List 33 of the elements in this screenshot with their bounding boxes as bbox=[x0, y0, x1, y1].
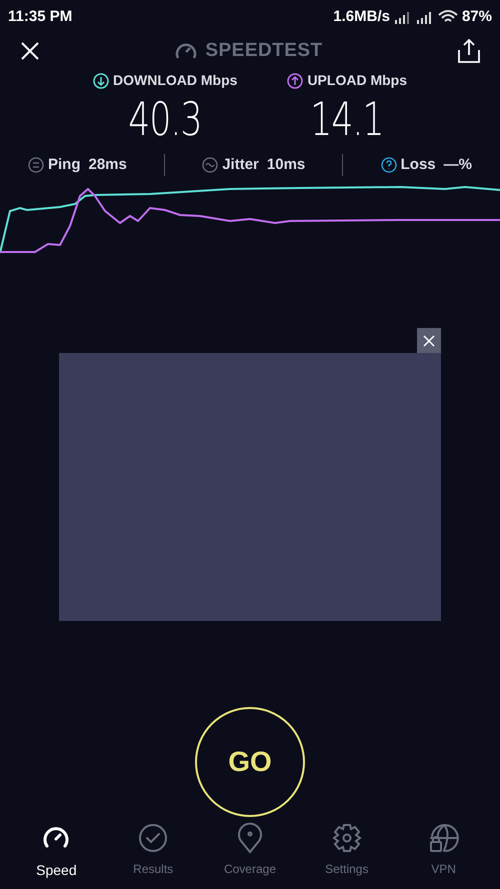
metric-label: Loss bbox=[400, 154, 436, 175]
globe-lock-icon bbox=[428, 822, 460, 854]
status-time: 11:35 PM bbox=[8, 6, 72, 27]
result-label: DOWNLOAD Mbps bbox=[113, 71, 238, 90]
metric-value: —% bbox=[444, 154, 472, 175]
share-icon[interactable] bbox=[458, 39, 480, 63]
result-value: 40.3 bbox=[128, 91, 202, 147]
nav-tab[interactable]: Speed bbox=[16, 822, 96, 881]
loss-icon bbox=[380, 157, 397, 173]
gauge-icon bbox=[175, 42, 198, 60]
settings-icon bbox=[330, 822, 363, 854]
close-icon bbox=[423, 334, 435, 346]
nav-tab[interactable]: Settings bbox=[306, 822, 387, 881]
metric-label: Jitter bbox=[222, 154, 259, 175]
jitter-icon bbox=[202, 157, 218, 173]
result-value: 14.1 bbox=[310, 91, 384, 147]
ping-icon bbox=[28, 157, 44, 173]
nav-tab[interactable]: Coverage bbox=[210, 822, 290, 881]
metric-value: 28ms bbox=[88, 154, 127, 175]
close-ad-button[interactable] bbox=[417, 328, 441, 353]
signal-icon bbox=[416, 10, 434, 24]
metric-value: 10ms bbox=[266, 154, 306, 175]
signal-icon bbox=[394, 10, 412, 24]
result-label: UPLOAD Mbps bbox=[307, 71, 407, 90]
check-icon bbox=[137, 822, 170, 854]
close-icon[interactable] bbox=[20, 41, 40, 61]
network-speed: 1.6MB/s bbox=[333, 6, 390, 27]
go-button[interactable]: GO bbox=[195, 707, 305, 817]
nav-tab[interactable]: VPN bbox=[404, 822, 484, 881]
nav-tab[interactable]: Results bbox=[113, 822, 194, 881]
battery-level: 87% bbox=[462, 6, 492, 27]
metric-label: Ping bbox=[48, 154, 80, 175]
app-title: SPEEDTEST bbox=[205, 38, 323, 63]
